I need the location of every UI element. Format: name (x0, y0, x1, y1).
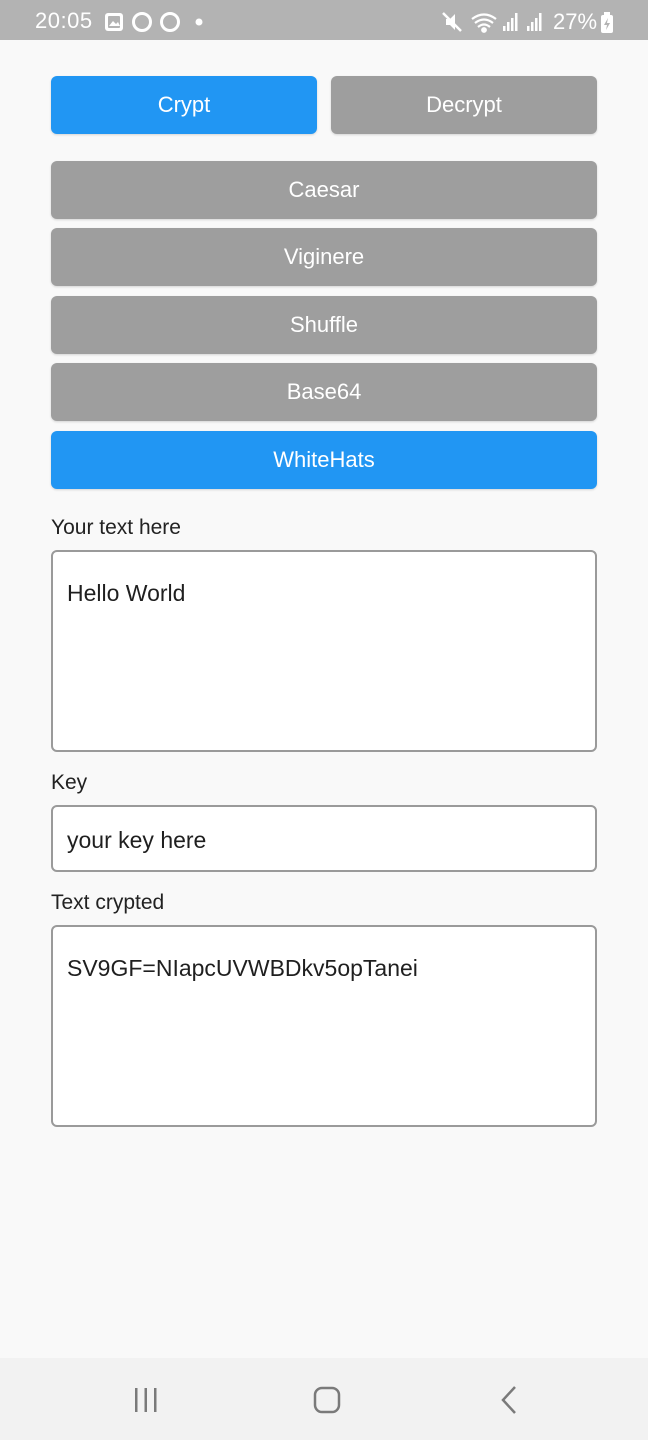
signal-icon (527, 13, 542, 31)
signal-icon (503, 13, 518, 31)
status-time: 20:05 (35, 8, 93, 33)
input-text-value: Hello World (67, 580, 186, 606)
viginere-button[interactable]: Viginere (51, 228, 597, 286)
whitehats-button[interactable]: WhiteHats (51, 431, 597, 489)
gallery-icon (105, 13, 123, 31)
circle-icon (132, 12, 152, 32)
shuffle-button-label: Shuffle (289, 312, 359, 337)
input-text-label: Your text here (51, 516, 181, 539)
output-text-label: Text crypted (51, 891, 165, 914)
key-label: Key (51, 771, 88, 794)
circle-icon (160, 12, 180, 32)
navigation-bar (0, 1358, 648, 1440)
caesar-button-label: Caesar (288, 177, 360, 202)
recents-icon[interactable] (132, 1386, 160, 1414)
dot-icon (195, 18, 203, 26)
key-input[interactable]: your key here (51, 805, 597, 872)
whitehats-button-label: WhiteHats (273, 447, 375, 472)
battery-icon (601, 12, 613, 33)
caesar-button[interactable]: Caesar (51, 161, 597, 219)
wifi-icon (471, 13, 497, 33)
output-text-field[interactable]: SV9GF=NIapcUVWBDkv5opTanei (51, 925, 597, 1127)
status-right-icons (442, 12, 542, 33)
status-bar: 20:05 27% (0, 0, 648, 40)
crypt-tab-label: Crypt (157, 92, 211, 117)
base64-button[interactable]: Base64 (51, 363, 597, 421)
status-left-icons (105, 12, 203, 32)
home-icon[interactable] (313, 1386, 341, 1414)
back-icon[interactable] (498, 1385, 520, 1415)
decrypt-tab-label: Decrypt (426, 92, 502, 117)
mute-icon (442, 12, 462, 32)
shuffle-button[interactable]: Shuffle (51, 296, 597, 354)
battery-percentage: 27% (553, 9, 598, 34)
key-input-placeholder: your key here (67, 827, 207, 853)
input-text-field[interactable]: Hello World (51, 550, 597, 752)
base64-button-label: Base64 (286, 379, 362, 404)
viginere-button-label: Viginere (283, 244, 365, 269)
decrypt-tab-button[interactable]: Decrypt (331, 76, 597, 134)
output-text-value: SV9GF=NIapcUVWBDkv5opTanei (67, 955, 418, 981)
crypt-tab-button[interactable]: Crypt (51, 76, 317, 134)
